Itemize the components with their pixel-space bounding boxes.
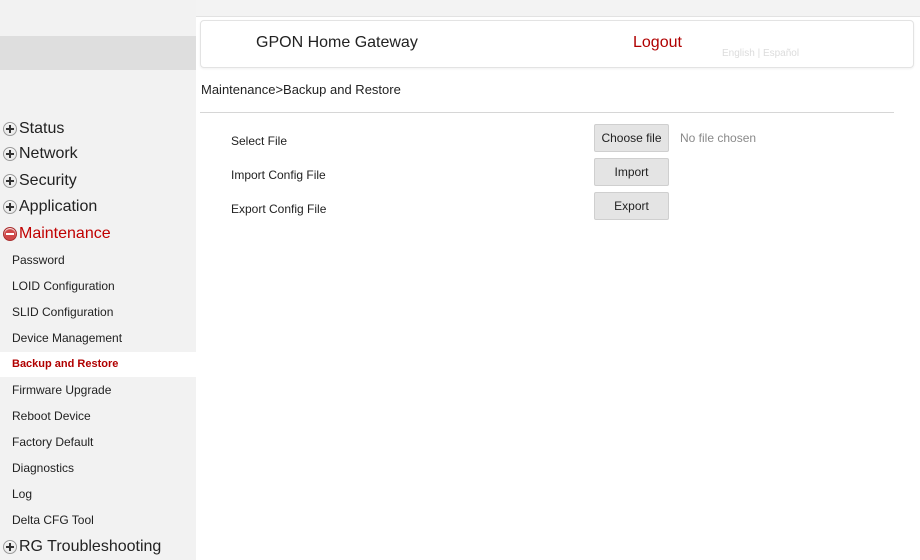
sidebar-item-password[interactable]: Password	[0, 248, 196, 273]
expand-icon	[3, 200, 17, 214]
sidebar-item-label: Factory Default	[12, 435, 94, 449]
sidebar-item-factory-default[interactable]: Factory Default	[0, 430, 196, 455]
nav-security-label: Security	[19, 172, 77, 189]
import-button[interactable]: Import	[594, 158, 669, 186]
import-config-label: Import Config File	[231, 168, 326, 182]
logout-link[interactable]: Logout	[633, 34, 682, 52]
sidebar-item-device-management[interactable]: Device Management	[0, 326, 196, 351]
header-bar: GPON Home Gateway Logout English | Españ…	[200, 20, 914, 68]
nav-status[interactable]: Status	[0, 118, 64, 140]
collapse-icon	[3, 227, 17, 241]
sidebar-item-label: SLID Configuration	[12, 305, 114, 319]
nav-maintenance[interactable]: Maintenance	[0, 223, 111, 245]
sidebar-item-slid-configuration[interactable]: SLID Configuration	[0, 300, 196, 325]
sidebar-item-label: Reboot Device	[12, 409, 91, 423]
nav-maintenance-label: Maintenance	[19, 225, 111, 242]
expand-icon	[3, 540, 17, 554]
sidebar-item-label: Device Management	[12, 331, 123, 345]
page-title: GPON Home Gateway	[256, 34, 418, 51]
sidebar-item-backup-and-restore[interactable]: Backup and Restore	[0, 352, 196, 377]
language-switch[interactable]: English | Español	[722, 48, 799, 59]
sidebar-header	[0, 36, 196, 70]
export-button[interactable]: Export	[594, 192, 669, 220]
sidebar-item-label: Log	[12, 487, 33, 501]
sidebar-item-label: Firmware Upgrade	[12, 383, 112, 397]
nav-network-label: Network	[19, 145, 78, 162]
file-status-text: No file chosen	[680, 131, 757, 145]
export-config-label: Export Config File	[231, 202, 327, 216]
nav-security[interactable]: Security	[0, 170, 77, 192]
select-file-label: Select File	[231, 134, 288, 148]
sidebar-item-label: Diagnostics	[12, 461, 75, 475]
nav-status-label: Status	[19, 120, 65, 137]
sidebar-item-label: Password	[12, 253, 65, 267]
sidebar-item-diagnostics[interactable]: Diagnostics	[0, 456, 196, 481]
choose-file-button[interactable]: Choose file	[594, 124, 669, 152]
expand-icon	[3, 122, 17, 136]
nav-application[interactable]: Application	[0, 196, 97, 218]
sidebar-item-label: LOID Configuration	[12, 279, 115, 293]
divider	[200, 112, 894, 113]
nav-application-label: Application	[19, 198, 98, 215]
sidebar-item-label: Backup and Restore	[12, 358, 119, 370]
nav-rg-troubleshooting[interactable]: RG Troubleshooting	[0, 536, 161, 558]
sidebar-item-loid-configuration[interactable]: LOID Configuration	[0, 274, 196, 299]
nav-rg-troubleshooting-label: RG Troubleshooting	[19, 538, 162, 555]
sidebar-item-label: Delta CFG Tool	[12, 513, 94, 527]
sidebar: Status Network Security Application Main…	[0, 0, 196, 560]
sidebar-item-log[interactable]: Log	[0, 482, 196, 507]
sidebar-item-delta-cfg-tool[interactable]: Delta CFG Tool	[0, 508, 196, 533]
expand-icon	[3, 147, 17, 161]
breadcrumb: Maintenance>Backup and Restore	[201, 82, 401, 97]
expand-icon	[3, 174, 17, 188]
sidebar-item-reboot-device[interactable]: Reboot Device	[0, 404, 196, 429]
nav-network[interactable]: Network	[0, 143, 78, 165]
sidebar-item-firmware-upgrade[interactable]: Firmware Upgrade	[0, 378, 196, 403]
